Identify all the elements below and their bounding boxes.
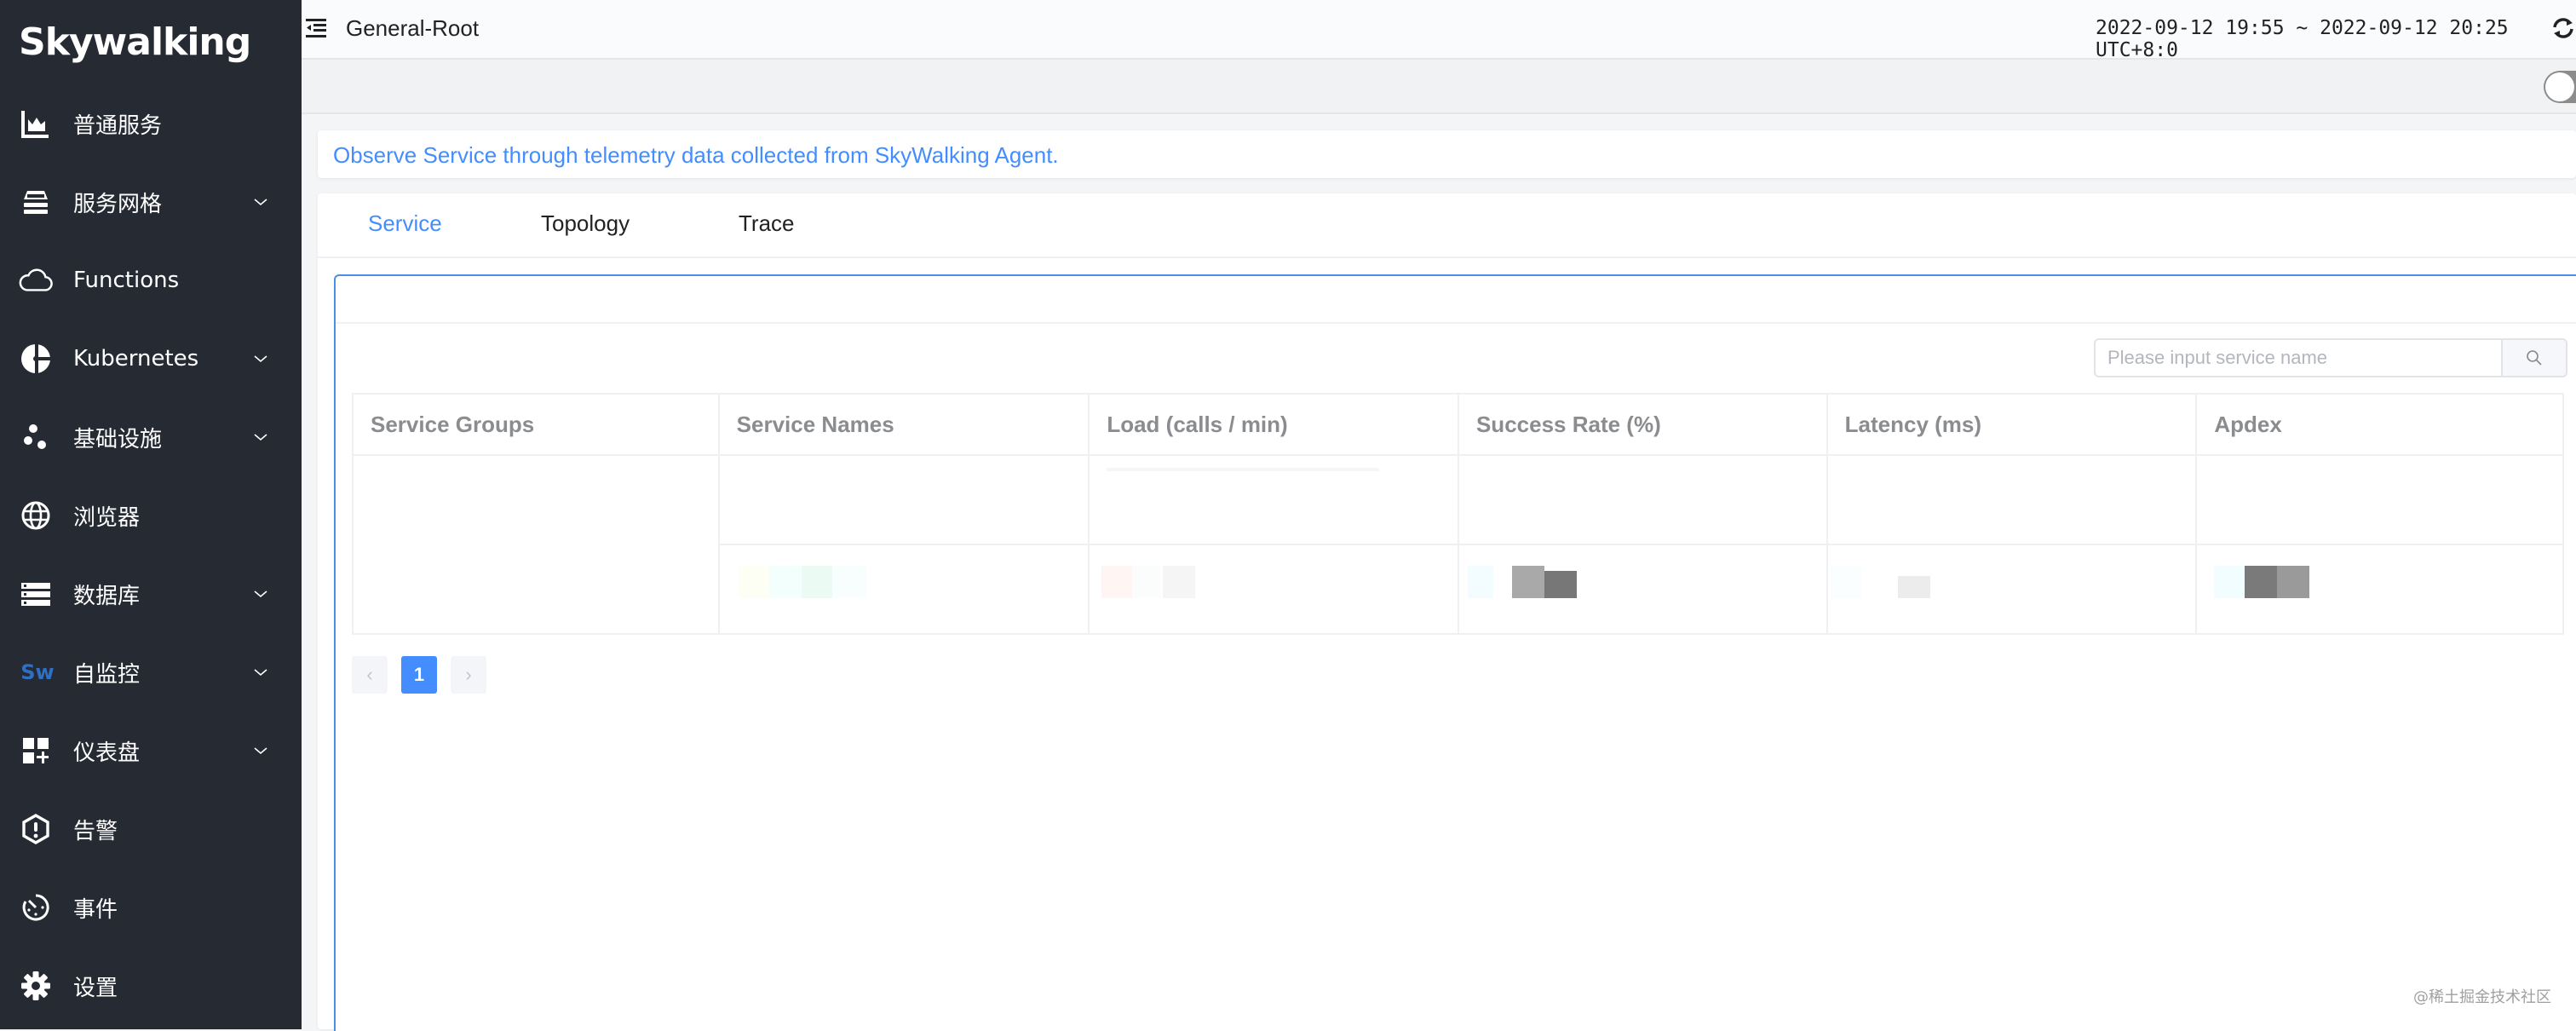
latency-cell (1826, 454, 2198, 545)
sidebar-item-label: 服务网格 (73, 191, 163, 217)
sidebar-item-dashboard[interactable]: 仪表盘 (0, 711, 302, 790)
service-table: Service Groups Service Names Load (calls… (352, 393, 2564, 635)
column-header-latency: Latency (ms) (1826, 393, 2198, 456)
refresh-icon[interactable] (2550, 15, 2576, 41)
sidebar-item-label: 基础设施 (73, 426, 163, 452)
sidebar-item-label: Functions (73, 268, 180, 293)
success-rate-cell (1457, 454, 1828, 545)
table-header-row: Service Groups Service Names Load (calls… (352, 393, 2564, 456)
cloud-icon (19, 263, 53, 297)
service-search (2094, 338, 2567, 377)
sidebar-item-label: 普通服务 (73, 112, 163, 139)
success-rate-sparkline (1459, 566, 1578, 598)
chevron-down-icon (254, 434, 267, 441)
page-1-button[interactable]: 1 (401, 656, 437, 694)
edit-mode-toggle[interactable] (2544, 71, 2576, 103)
prev-page-button[interactable]: ‹ (352, 656, 388, 694)
collapse-sidebar-icon[interactable] (305, 17, 327, 39)
apdex-sparkline (2197, 566, 2316, 598)
sidebar-item-functions[interactable]: Functions (0, 241, 302, 320)
time-range-picker[interactable]: 2022-09-12 19:55 ~ 2022-09-12 20:25 UTC+… (2096, 17, 2576, 61)
sidebar-item-label: 设置 (73, 975, 118, 1001)
tab-bar: Service Topology Trace (318, 193, 2576, 258)
service-list-widget (334, 274, 2576, 1031)
column-header-success-rate: Success Rate (%) (1457, 393, 1828, 456)
chevron-down-icon (254, 199, 267, 206)
load-cell (1088, 454, 1459, 545)
sidebar-item-general-service[interactable]: 普通服务 (0, 84, 302, 163)
service-group-cell (352, 454, 720, 635)
service-name-cell[interactable] (717, 544, 1090, 635)
kubernetes-icon (19, 342, 53, 376)
latency-sparkline (1828, 566, 1947, 598)
apdex-cell (2195, 454, 2564, 545)
toggle-knob (2545, 72, 2574, 101)
sidebar-item-self-observability[interactable]: Sw 自监控 (0, 633, 302, 711)
logo-moon-icon (256, 24, 270, 50)
sidebar-item-label: 浏览器 (73, 504, 141, 531)
sidebar-item-label: Kubernetes (73, 346, 199, 372)
timer-icon (19, 890, 53, 924)
column-header-load: Load (calls / min) (1088, 393, 1459, 456)
apdex-cell (2195, 544, 2564, 635)
chevron-down-icon (254, 590, 267, 598)
gear-icon (19, 969, 53, 1003)
sidebar-item-events[interactable]: 事件 (0, 868, 302, 947)
latency-cell (1826, 544, 2198, 635)
logo-text: Skywalking (19, 20, 251, 64)
area-chart-icon (19, 107, 53, 141)
chevron-down-icon (254, 355, 267, 363)
top-header: General-Root 2022-09-12 19:55 ~ 2022-09-… (302, 0, 2576, 61)
column-header-service-names: Service Names (717, 393, 1090, 456)
sidebar-item-kubernetes[interactable]: Kubernetes (0, 320, 302, 398)
chevron-down-icon (254, 747, 267, 755)
alert-hexagon-icon (19, 812, 53, 846)
sidebar-item-service-mesh[interactable]: 服务网格 (0, 163, 302, 241)
column-header-apdex: Apdex (2195, 393, 2564, 456)
sidebar-item-label: 事件 (73, 896, 118, 923)
sidebar-item-settings[interactable]: 设置 (0, 947, 302, 1025)
sidebar: Skywalking 普通服务 服务网格 Functions Kubernete… (0, 0, 302, 1029)
widget-header (336, 276, 2576, 324)
sidebar-item-infrastructure[interactable]: 基础设施 (0, 398, 302, 476)
pagination: ‹ 1 › (352, 656, 486, 694)
layers-icon (19, 185, 53, 219)
sidebar-item-database[interactable]: 数据库 (0, 555, 302, 633)
dashboard-add-icon (19, 734, 53, 768)
next-page-button[interactable]: › (451, 656, 486, 694)
sidebar-item-label: 告警 (73, 818, 118, 844)
service-search-input[interactable] (2096, 340, 2528, 376)
tab-trace[interactable]: Trace (739, 210, 795, 237)
chevron-down-icon (254, 669, 267, 677)
column-header-service-groups: Service Groups (352, 393, 720, 456)
search-icon (2527, 350, 2542, 366)
tab-service[interactable]: Service (368, 210, 442, 237)
sidebar-item-browser[interactable]: 浏览器 (0, 476, 302, 555)
globe-icon (19, 498, 53, 533)
sw-logo-text: Sw (20, 660, 55, 684)
page-title: General-Root (346, 15, 480, 41)
table-row[interactable] (352, 454, 2564, 635)
load-cell (1088, 544, 1459, 635)
service-name-cell[interactable] (717, 454, 1090, 545)
description-text: Observe Service through telemetry data c… (333, 142, 1059, 168)
dashboard-toolbar (302, 60, 2576, 114)
layer-description: Observe Service through telemetry data c… (318, 130, 2576, 178)
load-sparkline (1101, 566, 1204, 598)
sidebar-item-label: 数据库 (73, 583, 141, 609)
sidebar-item-label: 自监控 (73, 661, 141, 688)
tab-topology[interactable]: Topology (541, 210, 630, 237)
search-button[interactable] (2501, 340, 2566, 376)
database-icon (19, 577, 53, 611)
dots-icon (19, 420, 53, 454)
sidebar-item-alarm[interactable]: 告警 (0, 790, 302, 868)
success-rate-cell (1457, 544, 1828, 635)
watermark: @稀土掘金技术社区 (2413, 988, 2551, 1006)
sw-logo-icon: Sw (19, 655, 56, 689)
sidebar-item-label: 仪表盘 (73, 740, 141, 766)
skywalking-logo[interactable]: Skywalking (19, 20, 273, 72)
obscured-service-name (738, 566, 875, 598)
